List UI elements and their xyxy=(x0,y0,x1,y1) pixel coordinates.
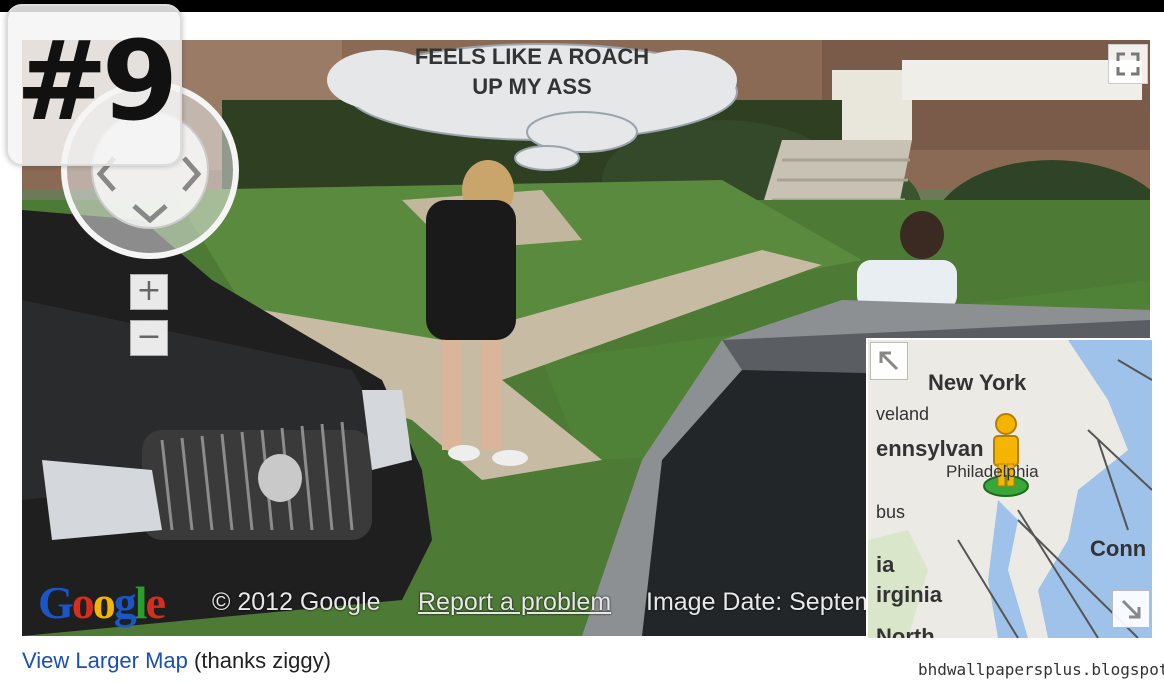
arrow-up-left-icon xyxy=(879,351,899,371)
thought-bubble-caption: FEELS LIKE A ROACH UP MY ASS xyxy=(392,42,672,102)
map-label-north: North xyxy=(876,624,935,638)
google-logo-letter: e xyxy=(145,577,166,628)
rank-badge: #9 xyxy=(6,4,182,166)
map-label-columbus: bus xyxy=(876,502,906,522)
thanks-text: (thanks ziggy) xyxy=(194,648,331,673)
google-logo-letter: o xyxy=(92,577,116,628)
fullscreen-button[interactable] xyxy=(1108,44,1148,84)
arrow-down-right-icon xyxy=(1121,599,1141,619)
map-label-virginia: irginia xyxy=(876,582,943,607)
map-expand-button[interactable] xyxy=(870,342,908,380)
caption-line-2: UP MY ASS xyxy=(472,74,592,99)
below-map-caption: View Larger Map (thanks ziggy) xyxy=(22,648,331,674)
report-problem-link[interactable]: Report a problem xyxy=(418,588,611,617)
watermark: bhdwallpapersplus.blogspot.com xyxy=(918,660,1164,679)
fullscreen-icon xyxy=(1116,52,1140,76)
copyright-text: © 2012 Google xyxy=(212,588,381,616)
caption-line-1: FEELS LIKE A ROACH xyxy=(414,44,650,69)
view-larger-map-link[interactable]: View Larger Map xyxy=(22,648,188,673)
google-logo-letter: o xyxy=(71,577,95,628)
map-label-cleveland: veland xyxy=(876,404,930,424)
zoom-out-button[interactable]: − xyxy=(130,320,168,356)
map-label-pennsylvania: ennsylvan xyxy=(876,436,984,461)
map-label-ia: ia xyxy=(876,552,895,577)
google-logo-letter: G xyxy=(38,577,74,628)
zoom-in-button[interactable]: + xyxy=(130,274,168,310)
mini-map[interactable]: New York veland ennsylvan Philadelphia b… xyxy=(866,338,1152,638)
map-label-philadelphia: Philadelphia xyxy=(946,462,1039,481)
google-logo: Google xyxy=(38,576,166,629)
google-logo-letter: l xyxy=(134,577,148,628)
map-label-connecticut: Conn xyxy=(1090,536,1147,561)
image-date-text: Image Date: September 2012 xyxy=(646,588,866,616)
map-collapse-button[interactable] xyxy=(1112,590,1150,628)
google-logo-letter: g xyxy=(113,577,137,628)
map-label-new-york: New York xyxy=(928,370,1027,395)
